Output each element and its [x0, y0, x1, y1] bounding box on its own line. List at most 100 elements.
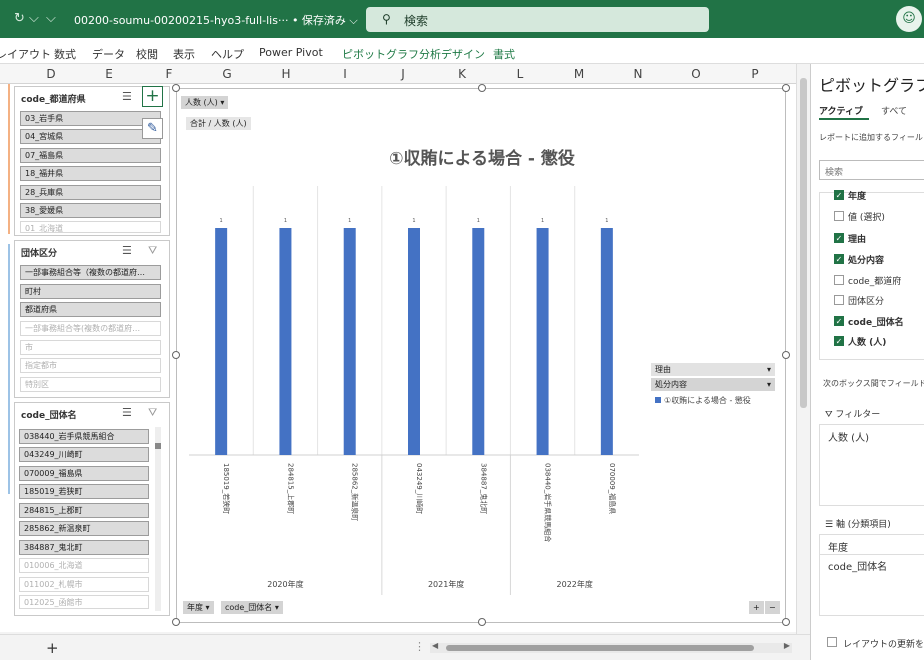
vertical-scrollbar[interactable]	[796, 64, 810, 634]
defer-update-checkbox[interactable]	[827, 637, 837, 647]
col-header[interactable]: O	[667, 67, 725, 81]
clear-filter-icon[interactable]: ⛛	[148, 406, 157, 420]
slicer-item[interactable]: 指定都市	[20, 358, 161, 373]
slicer-item[interactable]: 011002_札幌市	[19, 577, 149, 592]
zone-item[interactable]: 人数 (人)	[828, 429, 869, 444]
slicer-scroll-thumb[interactable]	[155, 443, 161, 449]
slicer-item[interactable]: 038440_岩手県競馬組合	[19, 429, 149, 444]
add-element-icon[interactable]: +	[142, 86, 163, 107]
slicer-item[interactable]: 一部事務組合等(複数の都道府…	[20, 321, 161, 336]
zone-item[interactable]: code_団体名	[828, 558, 887, 573]
zone-item[interactable]: 年度	[828, 539, 848, 554]
field-checkbox[interactable]	[834, 275, 844, 285]
resize-handle[interactable]	[782, 351, 790, 359]
field-checkbox[interactable]: ✓	[834, 316, 844, 326]
col-header[interactable]: H	[257, 67, 315, 81]
tab-power-pivot[interactable]: Power Pivot	[259, 46, 323, 59]
pivot-chart[interactable]: 人数 (人) ▾ 合計 / 人数 (人) ①収賄による場合 - 懲役 2020年…	[172, 84, 790, 626]
multi-select-icon[interactable]: ☰	[122, 406, 132, 419]
field-checkbox[interactable]: ✓	[834, 190, 844, 200]
resize-handle[interactable]	[478, 84, 486, 92]
document-title[interactable]: 00200-soumu-00200215-hyo3-full-lis··· • …	[74, 12, 358, 28]
slicer-item[interactable]: 012025_函館市	[19, 595, 149, 609]
tab-help[interactable]: ヘルプ	[211, 46, 244, 62]
splitter-handle[interactable]: ⋮	[414, 640, 425, 653]
tab-format[interactable]: 書式	[493, 46, 515, 62]
tab-review[interactable]: 校閲	[136, 46, 158, 62]
col-header[interactable]: G	[198, 67, 256, 81]
slicer-scrollbar[interactable]	[155, 427, 161, 611]
resize-handle[interactable]	[172, 351, 180, 359]
resize-handle[interactable]	[782, 84, 790, 92]
resize-handle[interactable]	[478, 618, 486, 626]
slicer-item[interactable]: 01_北海道	[20, 221, 161, 233]
slicer-item[interactable]: 185019_若狭町	[19, 484, 149, 499]
slicer-item[interactable]: 38_愛媛県	[20, 203, 161, 218]
col-header[interactable]: M	[550, 67, 608, 81]
slicer-item[interactable]: 043249_川崎町	[19, 447, 149, 462]
scroll-thumb[interactable]	[800, 78, 807, 408]
resize-handle[interactable]	[172, 618, 180, 626]
axis-zone[interactable]: 年度 code_団体名	[819, 534, 924, 616]
slicer-item[interactable]: 070009_福島県	[19, 466, 149, 481]
slicer-item[interactable]: 18_福井県	[20, 166, 161, 181]
field-checkbox[interactable]: ✓	[834, 254, 844, 264]
slicer-item[interactable]: 384887_鬼北町	[19, 540, 149, 555]
clear-filter-icon[interactable]: ⛛	[148, 244, 157, 258]
legend-field-disposal[interactable]: 処分内容 ▾	[651, 378, 775, 391]
col-header[interactable]: J	[374, 67, 432, 81]
scroll-thumb[interactable]	[446, 645, 754, 651]
tab-view[interactable]: 表示	[173, 46, 195, 62]
horizontal-scrollbar[interactable]: ◀ ▶	[430, 641, 792, 653]
col-header[interactable]: K	[433, 67, 491, 81]
legend-field-reason[interactable]: 理由 ▾	[651, 363, 775, 376]
slicer-item[interactable]: 284815_上郡町	[19, 503, 149, 518]
tab-layout[interactable]: レイアウト	[0, 46, 51, 62]
multi-select-icon[interactable]: ☰	[122, 90, 132, 103]
col-header[interactable]: L	[491, 67, 549, 81]
slicer-item[interactable]: 03_岩手県	[20, 111, 161, 126]
tab-active-fields[interactable]: アクティブ	[819, 104, 863, 117]
redo-icon[interactable]: ↻ ⌵	[14, 11, 39, 26]
add-sheet-button[interactable]: +	[46, 639, 59, 657]
tab-formulas[interactable]: 数式	[54, 46, 76, 62]
search-box[interactable]: ⚲ 検索	[366, 7, 709, 32]
slicer-item[interactable]: 285862_新温泉町	[19, 521, 149, 536]
tab-all-fields[interactable]: すべて	[881, 104, 907, 117]
slicer-item[interactable]: 一部事務組合等（複数の都道府…	[20, 265, 161, 280]
filters-zone[interactable]: 人数 (人)	[819, 424, 924, 506]
collapse-button[interactable]: −	[765, 601, 780, 614]
tab-pivotchart-analyze[interactable]: ピボットグラフ分析	[342, 46, 441, 62]
col-header[interactable]: F	[140, 67, 198, 81]
tab-data[interactable]: データ	[92, 46, 125, 62]
field-checkbox[interactable]	[834, 295, 844, 305]
slicer-item[interactable]: 特別区	[20, 377, 161, 392]
slicer-item[interactable]: 28_兵庫県	[20, 185, 161, 200]
col-header[interactable]: D	[22, 67, 80, 81]
slicer-organization-type[interactable]: 団体区分 ☰ ⛛ 一部事務組合等（複数の都道府… 町村 都道府県 一部事務組合等…	[14, 240, 170, 398]
slicer-item[interactable]: 都道府県	[20, 302, 161, 317]
col-header[interactable]: N	[609, 67, 667, 81]
resize-handle[interactable]	[782, 618, 790, 626]
slicer-item[interactable]: 010006_北海道	[19, 558, 149, 573]
col-header[interactable]: I	[316, 67, 374, 81]
chart-style-brush-icon[interactable]: ✎	[142, 118, 163, 139]
customize-toolbar-icon[interactable]: ⌵	[46, 11, 56, 26]
resize-handle[interactable]	[172, 84, 180, 92]
expand-button[interactable]: +	[749, 601, 764, 614]
slicer-item[interactable]: 市	[20, 340, 161, 355]
col-header[interactable]: P	[726, 67, 784, 81]
tab-design[interactable]: デザイン	[441, 46, 485, 62]
scroll-right-icon[interactable]: ▶	[784, 641, 790, 650]
avatar[interactable]: ☺	[896, 6, 922, 32]
axis-field-year[interactable]: 年度 ▾	[183, 601, 214, 614]
field-checkbox[interactable]: ✓	[834, 233, 844, 243]
slicer-item[interactable]: 町村	[20, 284, 161, 299]
field-checkbox[interactable]: ✓	[834, 336, 844, 346]
scroll-left-icon[interactable]: ◀	[432, 641, 438, 650]
slicer-prefecture[interactable]: code_都道府県 ☰ 03_岩手県 04_宮城県 07_福島県 18_福井県 …	[14, 86, 170, 236]
col-header[interactable]: E	[80, 67, 138, 81]
legend-entry[interactable]: ①収賄による場合 - 懲役	[655, 395, 751, 406]
multi-select-icon[interactable]: ☰	[122, 244, 132, 257]
field-checkbox[interactable]	[834, 211, 844, 221]
